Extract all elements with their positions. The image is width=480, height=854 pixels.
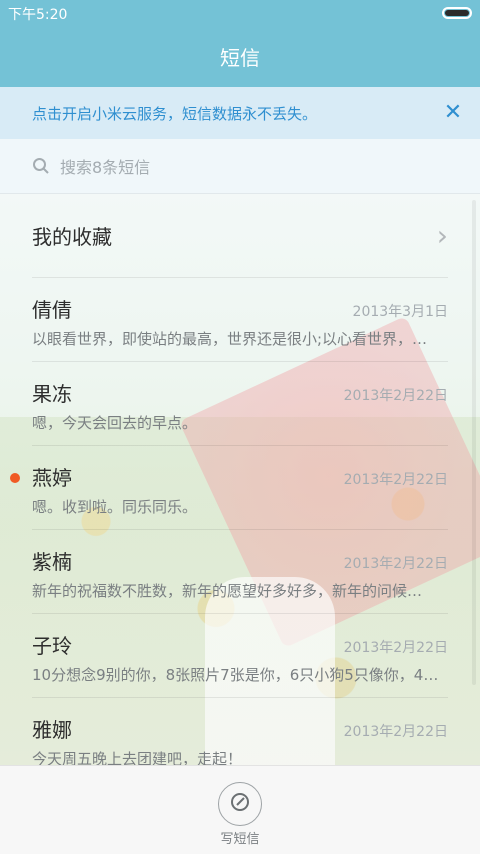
- message-date: 2013年2月22日: [343, 640, 448, 656]
- conversation-row[interactable]: 紫楠 2013年2月22日 新年的祝福数不胜数，新年的愿望好多好多，新年的问候…: [32, 530, 448, 614]
- page-title: 短信: [220, 46, 260, 70]
- message-preview: 今天周五晚上去团建吧，走起！: [32, 750, 243, 765]
- message-date: 2013年3月1日: [352, 304, 448, 320]
- conversation-row[interactable]: 燕婷 2013年2月22日 嗯。收到啦。同乐同乐。: [10, 446, 448, 530]
- search-placeholder: 搜索8条短信: [60, 158, 151, 177]
- contact-name: 紫楠: [32, 550, 72, 574]
- status-bar: 下午5:20: [0, 0, 480, 26]
- compose-label: 写短信: [220, 832, 260, 847]
- message-preview: 嗯。收到啦。同乐同乐。: [32, 498, 198, 516]
- contact-name: 果冻: [32, 382, 72, 406]
- contact-name: 子玲: [32, 634, 72, 658]
- conversation-list: 我的收藏 › 倩倩 2013年3月1日 以眼看世界，即使站的最高，世界还是很小;…: [0, 194, 480, 765]
- compose-icon: [229, 791, 251, 817]
- message-date: 2013年2月22日: [343, 472, 448, 488]
- message-preview: 以眼看世界，即使站的最高，世界还是很小;以心看世界，…: [32, 330, 428, 348]
- compose-button[interactable]: [218, 782, 262, 826]
- app-title-bar: 短信: [0, 26, 480, 87]
- chevron-right-icon: ›: [436, 219, 448, 252]
- search-icon: [32, 157, 50, 175]
- contact-name: 倩倩: [32, 298, 72, 322]
- scrollbar[interactable]: [472, 200, 476, 685]
- message-preview: 10分想念9别的你，8张照片7张是你，6只小狗5只像你，4…: [32, 666, 439, 684]
- contact-name: 雅娜: [32, 718, 72, 742]
- unread-indicator: [10, 473, 20, 483]
- search-bar[interactable]: 搜索8条短信: [0, 139, 480, 194]
- status-time: 下午5:20: [8, 7, 68, 23]
- conversation-row[interactable]: 果冻 2013年2月22日 嗯，今天会回去的早点。: [32, 362, 448, 446]
- conversation-row[interactable]: 子玲 2013年2月22日 10分想念9别的你，8张照片7张是你，6只小狗5只像…: [32, 614, 448, 698]
- message-date: 2013年2月22日: [343, 556, 448, 572]
- message-preview: 新年的祝福数不胜数，新年的愿望好多好多，新年的问候…: [32, 582, 423, 600]
- message-date: 2013年2月22日: [343, 388, 448, 404]
- conversation-row[interactable]: 雅娜 2013年2月22日 今天周五晚上去团建吧，走起！: [32, 698, 448, 765]
- banner-text: 点击开启小米云服务，短信数据永不丢失。: [32, 104, 318, 123]
- bottom-action-bar: 写短信: [0, 765, 480, 854]
- battery-icon: [442, 7, 472, 19]
- conversation-row[interactable]: 倩倩 2013年3月1日 以眼看世界，即使站的最高，世界还是很小;以心看世界，…: [32, 278, 448, 362]
- contact-name: 燕婷: [32, 466, 72, 490]
- message-date: 2013年2月22日: [343, 724, 448, 740]
- cloud-service-banner[interactable]: 点击开启小米云服务，短信数据永不丢失。 ✕: [0, 87, 480, 139]
- message-preview: 嗯，今天会回去的早点。: [32, 414, 198, 432]
- close-icon[interactable]: ✕: [440, 100, 466, 126]
- favorites-label: 我的收藏: [32, 225, 112, 249]
- favorites-item[interactable]: 我的收藏 ›: [32, 194, 448, 278]
